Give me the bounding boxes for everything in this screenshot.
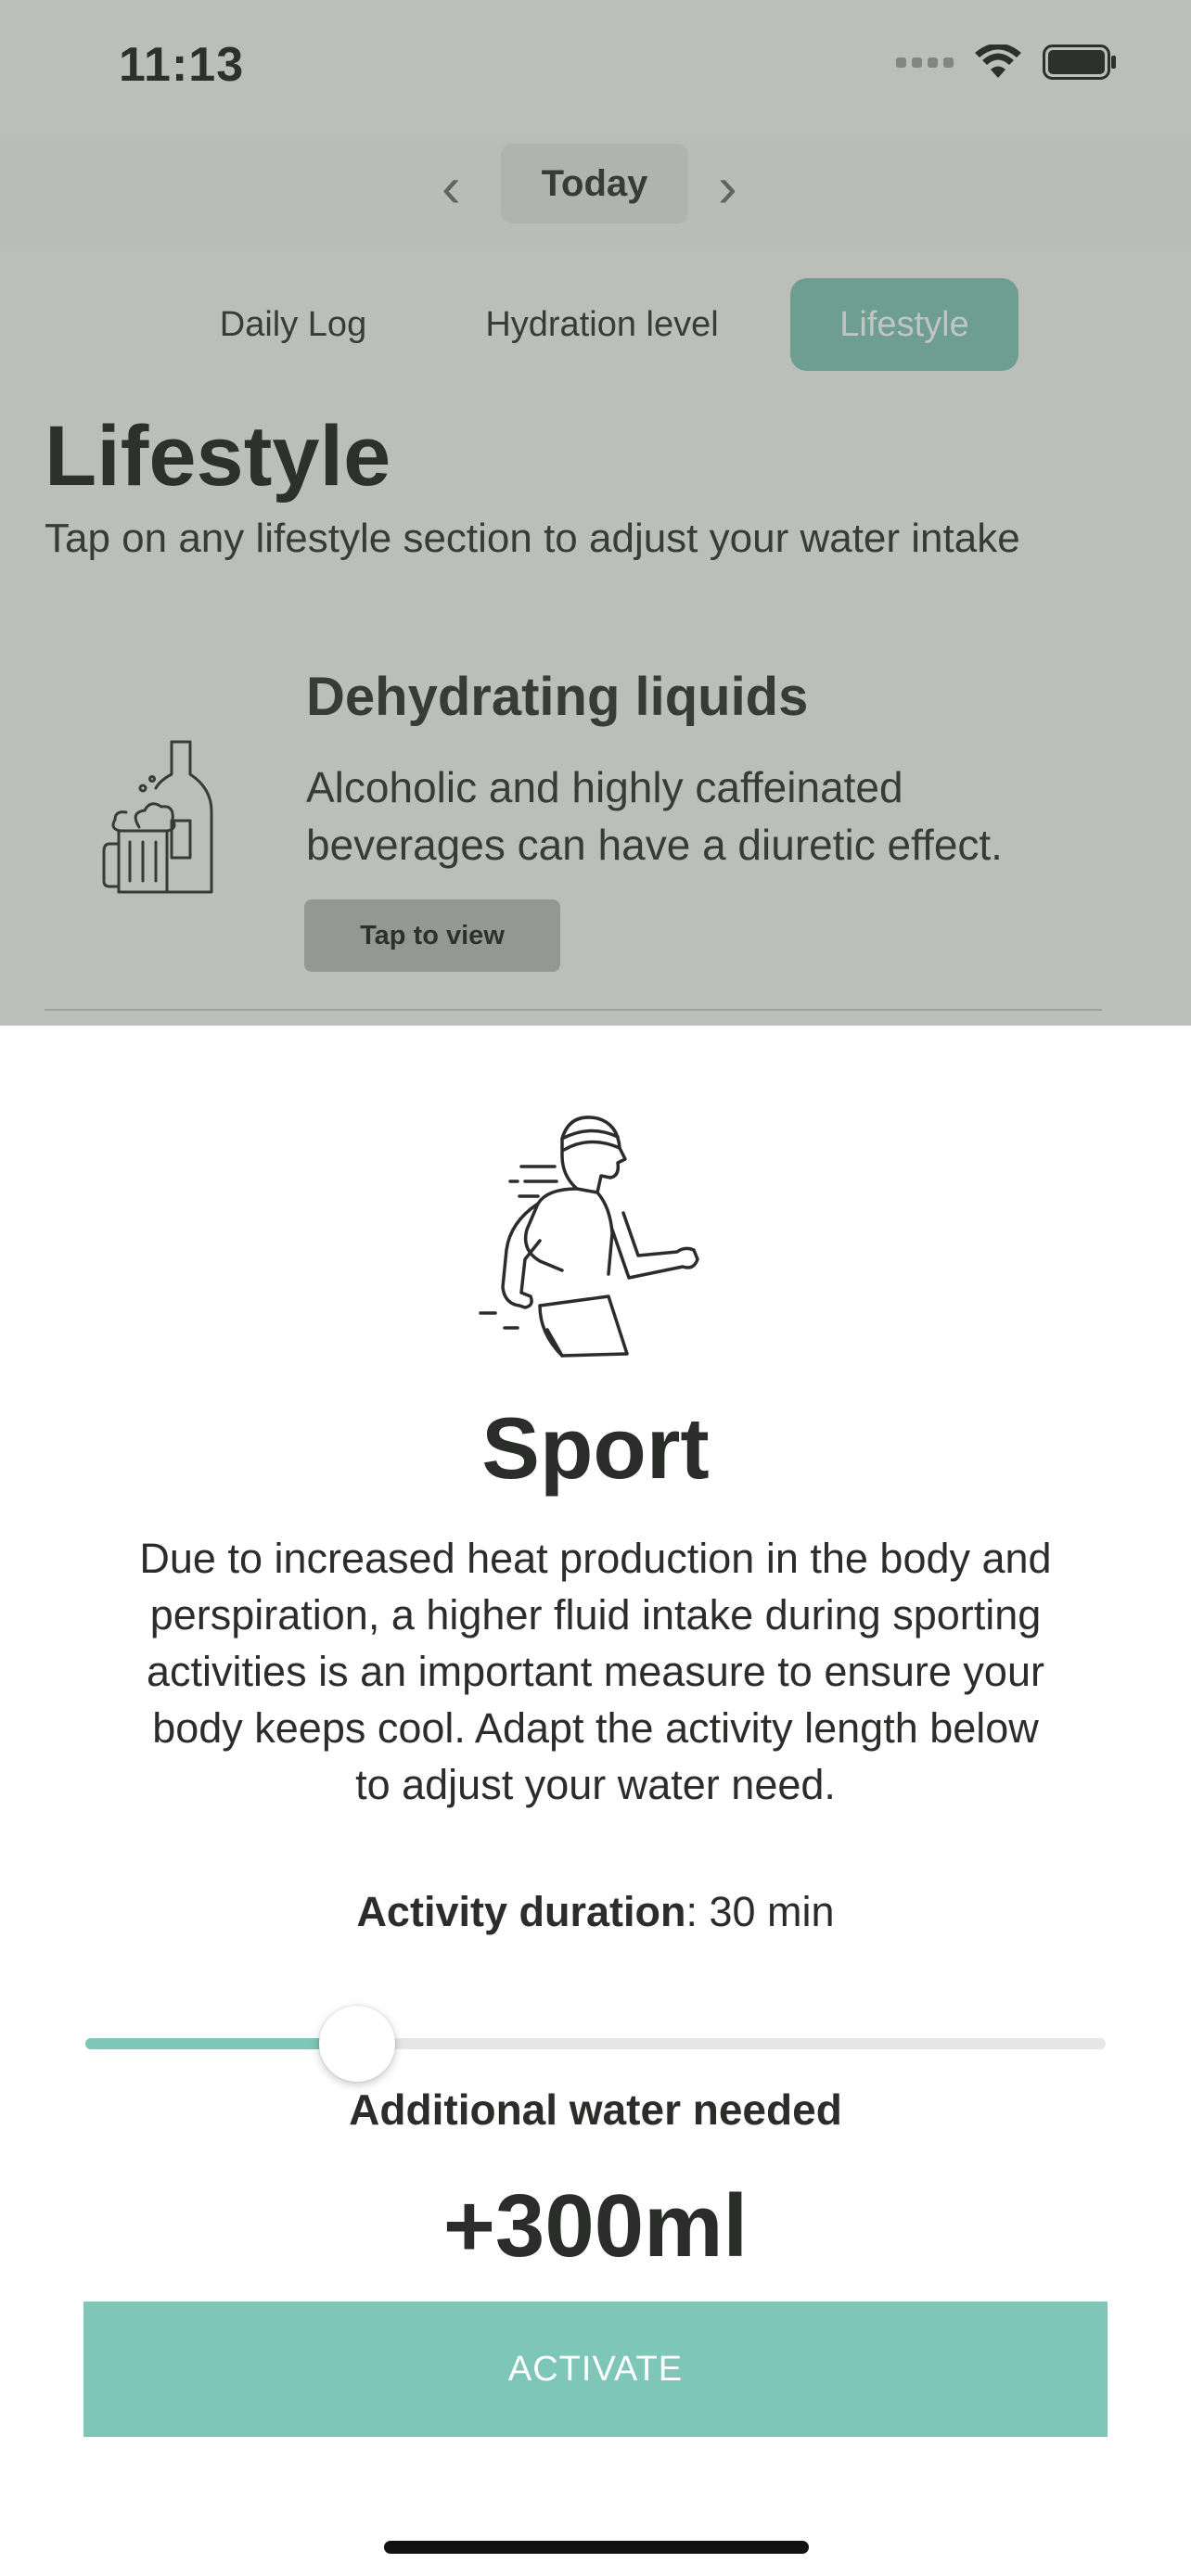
status-bar: 11:13 — [0, 0, 1191, 139]
tab-bar: Daily Log Hydration level Lifestyle — [0, 278, 1191, 371]
date-label[interactable]: Today — [501, 144, 688, 223]
sheet-description: Due to increased heat production in the … — [139, 1535, 1052, 1808]
activity-duration: Activity duration: 30 min — [0, 1888, 1191, 1936]
status-icons — [896, 45, 1117, 80]
page-title: Lifestyle — [45, 409, 391, 504]
page-subtitle: Tap on any lifestyle section to adjust y… — [45, 516, 1020, 561]
tap-to-view-button[interactable]: Tap to view — [304, 899, 560, 972]
background-screen: 11:13 ‹ › Today Daily Log Hydration leve… — [0, 0, 1191, 1026]
additional-water-label: Additional water needed — [349, 2085, 842, 2134]
slider-fill — [85, 2038, 357, 2049]
home-indicator[interactable] — [384, 2541, 809, 2554]
beer-bottle-icon — [102, 740, 213, 894]
card-title: Dehydrating liquids — [306, 667, 809, 727]
previous-day-chevron-icon[interactable]: ‹ — [442, 159, 461, 217]
slider-thumb[interactable] — [319, 2006, 395, 2082]
card-divider — [45, 1009, 1102, 1011]
duration-slider[interactable] — [85, 2006, 1106, 2082]
cellular-signal-icon — [896, 57, 954, 68]
runner-icon — [479, 1116, 699, 1358]
duration-value: : 30 min — [685, 1888, 835, 1935]
tab-daily-log[interactable]: Daily Log — [191, 278, 395, 371]
next-day-chevron-icon[interactable]: › — [718, 159, 737, 217]
wifi-icon — [975, 45, 1021, 78]
sport-sheet: Sport Due to increased heat production i… — [0, 1026, 1191, 2576]
status-time: 11:13 — [119, 38, 245, 92]
battery-icon — [1043, 45, 1116, 80]
additional-water-amount: +300ml — [442, 2176, 749, 2276]
tab-lifestyle[interactable]: Lifestyle — [790, 278, 1018, 371]
card-description: Alcoholic and highly caffeinated beverag… — [306, 763, 1003, 869]
sheet-title: Sport — [481, 1399, 710, 1497]
tab-hydration-level[interactable]: Hydration level — [464, 278, 740, 371]
activate-button[interactable]: ACTIVATE — [83, 2302, 1108, 2437]
duration-label: Activity duration — [356, 1888, 686, 1935]
